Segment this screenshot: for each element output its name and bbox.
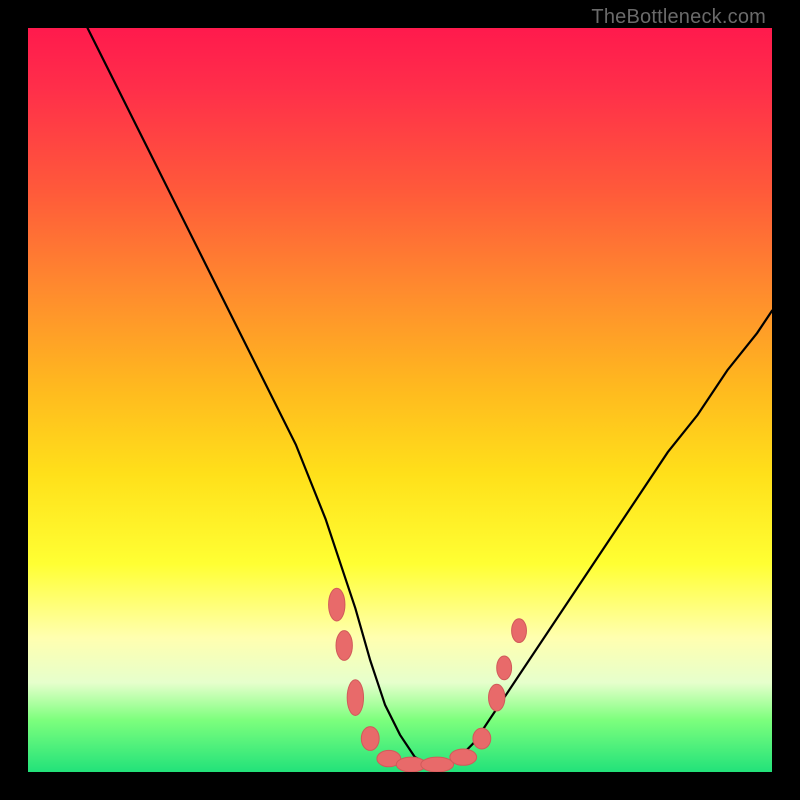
data-marker: [489, 684, 505, 711]
data-marker: [336, 631, 352, 661]
data-marker: [421, 757, 454, 772]
data-marker: [450, 749, 477, 765]
chart-svg: [28, 28, 772, 772]
data-marker: [347, 680, 363, 716]
data-marker: [512, 619, 527, 643]
watermark-text: TheBottleneck.com: [591, 6, 766, 29]
data-marker: [473, 728, 491, 749]
bottleneck-curve: [88, 28, 772, 765]
chart-frame: TheBottleneck.com: [0, 0, 800, 800]
data-marker: [361, 727, 379, 751]
data-marker: [497, 656, 512, 680]
plot-area: [28, 28, 772, 772]
data-marker: [329, 588, 345, 621]
